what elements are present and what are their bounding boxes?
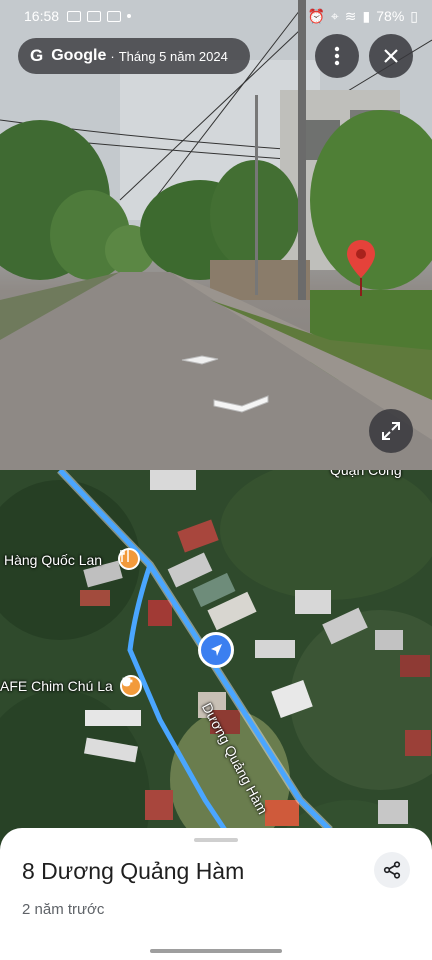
expand-button[interactable]: [369, 409, 413, 453]
expand-icon: [382, 422, 400, 440]
close-button[interactable]: [369, 34, 413, 78]
more-vertical-icon: [334, 46, 340, 66]
chevron-arrow-icon: [181, 355, 219, 365]
navigate-arrow-forward[interactable]: [212, 394, 270, 419]
image-icon: [107, 10, 122, 22]
google-logo-icon: G: [30, 46, 44, 65]
street-view-panorama[interactable]: 16:58 ⏰ ⌖ ≋ ▮ 78% ▯ G Google · Tháng 5 n…: [0, 0, 432, 470]
chevron-arrow-icon: [213, 395, 269, 413]
place-title: 8 Dương Quảng Hàm: [22, 858, 245, 884]
sheet-drag-handle[interactable]: [194, 838, 238, 842]
google-date-pill[interactable]: G Google · Tháng 5 năm 2024: [18, 38, 250, 74]
signal-icon: ▮: [362, 7, 371, 24]
navigation-arrow-icon: [211, 644, 222, 656]
more-options-button[interactable]: [315, 34, 359, 78]
status-time: 16:58: [24, 8, 60, 24]
coffee-cup-icon[interactable]: [120, 675, 142, 697]
map-label-restaurant[interactable]: Hàng Quốc Lan: [4, 552, 102, 568]
location-icon: ⌖: [330, 7, 339, 24]
red-location-pin-icon: [345, 238, 377, 303]
alarm-icon: ⏰: [307, 7, 325, 24]
battery-text: 78%: [376, 8, 405, 24]
status-system-icons: ⏰ ⌖ ≋ ▮ 78% ▯: [307, 8, 418, 25]
navigate-arrow-left[interactable]: [180, 352, 220, 371]
place-bottom-sheet[interactable]: 8 Dương Quảng Hàm 2 năm trước: [0, 828, 432, 960]
wifi-icon: ≋: [344, 7, 357, 24]
share-button[interactable]: [374, 852, 410, 888]
gesture-home-bar[interactable]: [150, 949, 282, 953]
dot-icon: [127, 14, 132, 18]
user-location-marker[interactable]: [198, 632, 234, 668]
place-capture-age: 2 năm trước: [22, 901, 105, 918]
brand-name: Google: [51, 47, 107, 64]
share-icon: [383, 861, 401, 879]
close-icon: [384, 49, 398, 63]
message-icon: [87, 10, 102, 22]
notification-icon: [67, 10, 82, 22]
separator: ·: [110, 48, 115, 64]
map-label-top-right: Quận Công: [330, 470, 402, 478]
fork-knife-icon[interactable]: [118, 548, 140, 570]
capture-date: Tháng 5 năm 2024: [118, 48, 228, 64]
map-label-cafe[interactable]: AFE Chim Chú La: [0, 678, 113, 694]
status-bar: 16:58 ⏰ ⌖ ≋ ▮ 78% ▯: [0, 0, 432, 32]
status-notification-icons: [67, 10, 132, 22]
battery-icon: ▯: [410, 7, 418, 24]
